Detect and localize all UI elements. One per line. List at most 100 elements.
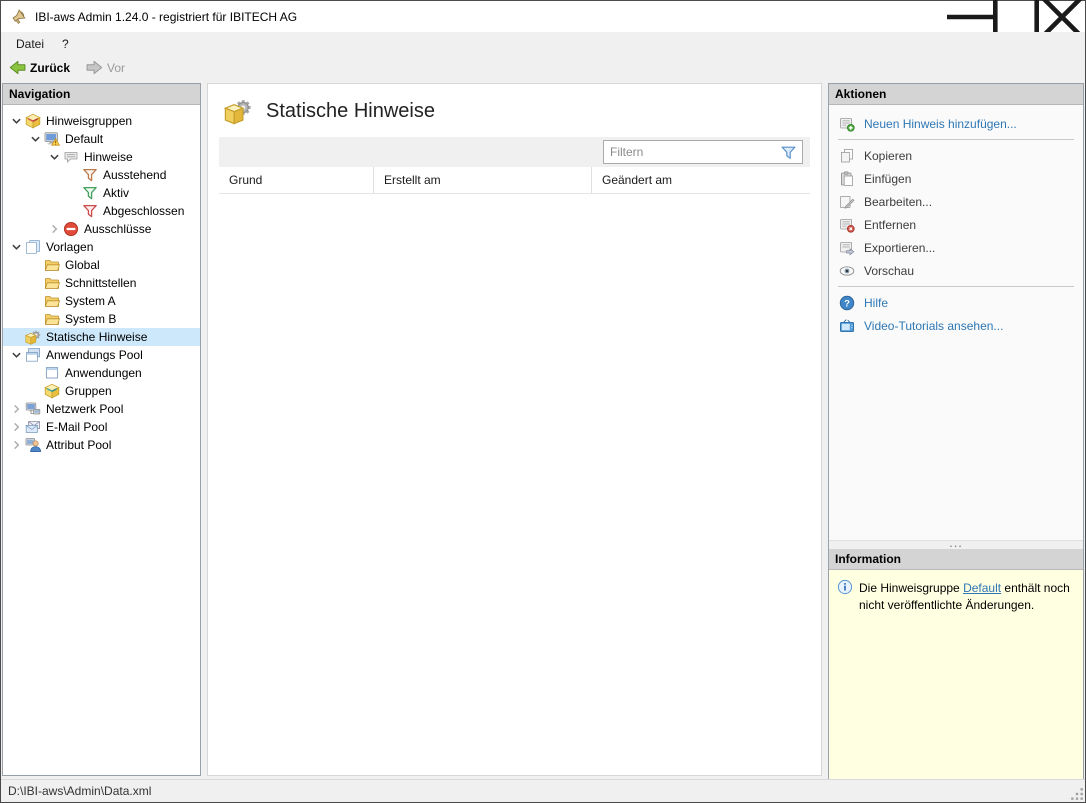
content-area: Navigation Hinweisgruppen Default Hinweise… (1, 80, 1085, 779)
email-icon (25, 419, 41, 435)
chevron-right-icon[interactable] (46, 221, 63, 237)
chevron-right-icon[interactable] (8, 437, 25, 453)
filter-funnel-icon[interactable] (780, 144, 797, 161)
action-kopieren[interactable]: Kopieren (829, 144, 1083, 167)
tree-item-label: Schnittstellen (65, 276, 137, 290)
tree-item-anwendungs-pool[interactable]: Anwendungs Pool (3, 346, 200, 364)
tree-item-anwendungen[interactable]: Anwendungen (3, 364, 200, 382)
action-vorschau[interactable]: Vorschau (829, 259, 1083, 282)
actions-separator (838, 286, 1074, 287)
filter-input[interactable] (604, 141, 780, 163)
tree-item-default[interactable]: Default (3, 130, 200, 148)
information-body: Die Hinweisgruppe Default enthält noch n… (829, 570, 1083, 779)
remove-icon (839, 217, 855, 233)
chevron-down-icon[interactable] (27, 131, 44, 147)
column-header-ge-ndert-am[interactable]: Geändert am (591, 167, 810, 193)
resize-grip-icon[interactable] (1070, 787, 1084, 801)
chevron-down-icon[interactable] (8, 239, 25, 255)
tree-item-e-mail-pool[interactable]: E-Mail Pool (3, 418, 200, 436)
forward-button[interactable]: Vor (83, 58, 128, 77)
chevron-down-icon[interactable] (8, 113, 25, 129)
menu-item-help[interactable]: ? (53, 32, 78, 55)
tree-item-label: Hinweise (84, 150, 133, 164)
forward-button-label: Vor (107, 60, 126, 75)
tree-item-label: Gruppen (65, 384, 112, 398)
chevron-right-icon[interactable] (8, 419, 25, 435)
menu-item-datei[interactable]: Datei (7, 32, 53, 55)
panel-splitter[interactable]: ... (829, 534, 1083, 550)
navigation-panel: Navigation Hinweisgruppen Default Hinweise… (2, 83, 201, 776)
action-neuen-hinweis-hinzuf-gen[interactable]: Neuen Hinweis hinzufügen... (829, 112, 1083, 135)
tree-item-vorlagen[interactable]: Vorlagen (3, 238, 200, 256)
column-header-grund[interactable]: Grund (219, 167, 373, 193)
help-icon: ? (839, 295, 855, 311)
information-header: Information (829, 549, 1083, 570)
tree-item-label: Aktiv (103, 186, 130, 200)
action-entfernen[interactable]: Entfernen (829, 213, 1083, 236)
action-einf-gen[interactable]: Einfügen (829, 167, 1083, 190)
chevron-down-icon[interactable] (8, 347, 25, 363)
static-notices-icon (222, 97, 254, 125)
copy-icon (839, 148, 855, 164)
tree-item-abgeschlossen[interactable]: Abgeschlossen (3, 202, 200, 220)
splitter-dots-icon: ... (949, 534, 963, 550)
tree-item-label: E-Mail Pool (46, 420, 108, 434)
templates-icon (25, 239, 41, 255)
back-button[interactable]: Zurück (6, 58, 73, 77)
tree-item-label: Abgeschlossen (103, 204, 185, 218)
tree-item-statische-hinweise[interactable]: Statische Hinweise (3, 328, 200, 346)
folder-icon (44, 257, 60, 273)
tree-item-hinweise[interactable]: Hinweise (3, 148, 200, 166)
action-hilfe[interactable]: ? Hilfe (829, 291, 1083, 314)
maximize-button[interactable] (993, 0, 1039, 40)
tree-item-label: Anwendungen (65, 366, 142, 380)
close-button[interactable] (1039, 0, 1085, 39)
default-group-link[interactable]: Default (963, 581, 1001, 595)
chevron-down-icon[interactable] (46, 149, 63, 165)
minimize-button[interactable] (947, 1, 993, 32)
status-bar: D:\IBI-aws\Admin\Data.xml (1, 779, 1085, 802)
tree-item-ausschl-sse[interactable]: Ausschlüsse (3, 220, 200, 238)
paste-icon (839, 171, 855, 187)
page-title: Statische Hinweise (266, 99, 435, 122)
navigation-header: Navigation (3, 84, 200, 105)
tree-item-ausstehend[interactable]: Ausstehend (3, 166, 200, 184)
tree-item-global[interactable]: Global (3, 256, 200, 274)
action-bearbeiten[interactable]: Bearbeiten... (829, 190, 1083, 213)
notice-groups-icon (25, 113, 41, 129)
forward-arrow-icon (86, 59, 103, 76)
action-label: Neuen Hinweis hinzufügen... (864, 116, 1017, 131)
action-video-tutorials-ansehen[interactable]: Video-Tutorials ansehen... (829, 314, 1083, 337)
tree-item-label: Ausstehend (103, 168, 167, 182)
tree-item-system-a[interactable]: System A (3, 292, 200, 310)
tree-item-label: System B (65, 312, 117, 326)
table-header: Grund Erstellt am Geändert am (219, 167, 810, 194)
tree-item-label: Default (65, 132, 104, 146)
tree-item-hinweisgruppen[interactable]: Hinweisgruppen (3, 112, 200, 130)
action-label: Vorschau (864, 263, 915, 278)
tree-item-attribut-pool[interactable]: Attribut Pool (3, 436, 200, 454)
export-icon (839, 240, 855, 256)
tree-item-gruppen[interactable]: Gruppen (3, 382, 200, 400)
main-title-row: Statische Hinweise (208, 84, 821, 137)
back-button-label: Zurück (30, 60, 71, 75)
app-windows-icon (25, 347, 41, 363)
chevron-right-icon[interactable] (8, 401, 25, 417)
action-label: Entfernen (864, 217, 917, 232)
tree-item-netzwerk-pool[interactable]: Netzwerk Pool (3, 400, 200, 418)
action-exportieren[interactable]: Exportieren... (829, 236, 1083, 259)
back-arrow-icon (9, 59, 26, 76)
column-header-erstellt-am[interactable]: Erstellt am (373, 167, 591, 193)
information-text-before: Die Hinweisgruppe (859, 581, 964, 595)
action-label: Einfügen (864, 171, 912, 186)
action-label: Exportieren... (864, 240, 936, 255)
tree-item-label: Hinweisgruppen (46, 114, 133, 128)
funnel-orange-icon (82, 167, 98, 183)
tree-item-aktiv[interactable]: Aktiv (3, 184, 200, 202)
tree-item-schnittstellen[interactable]: Schnittstellen (3, 274, 200, 292)
actions-separator (838, 139, 1074, 140)
tree-item-system-b[interactable]: System B (3, 310, 200, 328)
